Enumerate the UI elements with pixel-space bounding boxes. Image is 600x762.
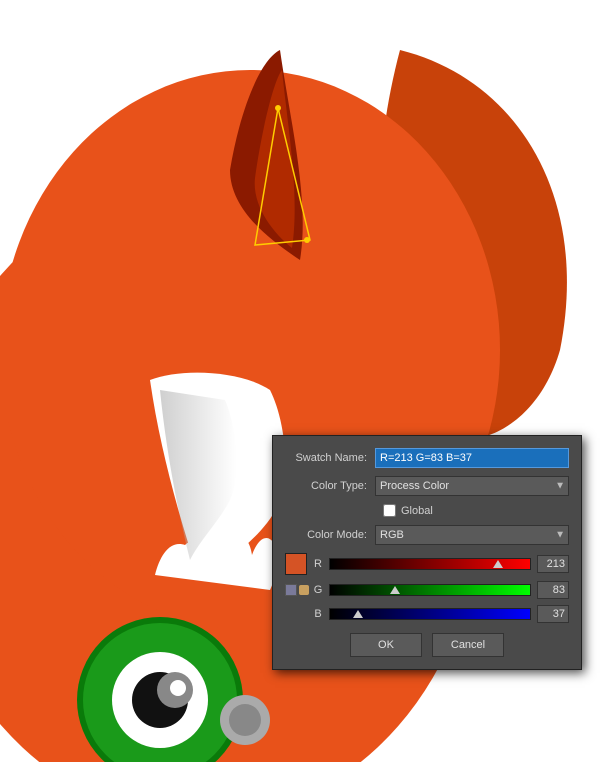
swatch-name-input[interactable]	[375, 448, 569, 468]
global-label[interactable]: Global	[401, 505, 433, 517]
color-mode-row: Color Mode: RGB CMYK HSB Lab Grayscale ▼	[285, 525, 569, 545]
cancel-button[interactable]: Cancel	[432, 633, 504, 657]
g-channel-label: G	[311, 584, 325, 596]
swatch-name-row: Swatch Name:	[285, 448, 569, 468]
r-slider-track-wrapper[interactable]	[329, 556, 531, 572]
dot-icon	[299, 585, 309, 595]
swatch-name-label: Swatch Name:	[285, 452, 375, 464]
color-type-label: Color Type:	[285, 480, 375, 492]
button-row: OK Cancel	[285, 633, 569, 657]
r-slider-thumb[interactable]	[493, 560, 503, 568]
g-slider-track	[329, 584, 531, 596]
global-row: Global	[285, 504, 569, 517]
b-value-input[interactable]	[537, 605, 569, 623]
r-slider-row: R	[285, 553, 569, 575]
color-mode-dropdown[interactable]: RGB CMYK HSB Lab Grayscale	[375, 525, 569, 545]
g-slider-track-wrapper[interactable]	[329, 582, 531, 598]
ok-button[interactable]: OK	[350, 633, 422, 657]
g-slider-thumb[interactable]	[390, 586, 400, 594]
r-value-input[interactable]	[537, 555, 569, 573]
b-channel-label: B	[311, 608, 325, 620]
global-checkbox[interactable]	[383, 504, 396, 517]
g-value-input[interactable]	[537, 581, 569, 599]
color-type-row: Color Type: Process Color Spot Color ▼	[285, 476, 569, 496]
r-channel-label: R	[311, 558, 325, 570]
b-slider-row: B	[285, 605, 569, 623]
b-slider-track-wrapper[interactable]	[329, 606, 531, 622]
color-type-dropdown[interactable]: Process Color Spot Color	[375, 476, 569, 496]
color-type-dropdown-wrapper: Process Color Spot Color ▼	[375, 476, 569, 496]
new-swatch-dialog: Swatch Name: Color Type: Process Color S…	[272, 435, 582, 670]
g-slider-row: G	[285, 581, 569, 599]
slider-section: R G B	[285, 553, 569, 623]
cube-icon	[285, 584, 297, 596]
g-row-icons	[285, 584, 309, 596]
b-slider-thumb[interactable]	[353, 610, 363, 618]
color-mode-label: Color Mode:	[285, 529, 375, 541]
color-mode-dropdown-wrapper: RGB CMYK HSB Lab Grayscale ▼	[375, 525, 569, 545]
color-preview-swatch	[285, 553, 307, 575]
